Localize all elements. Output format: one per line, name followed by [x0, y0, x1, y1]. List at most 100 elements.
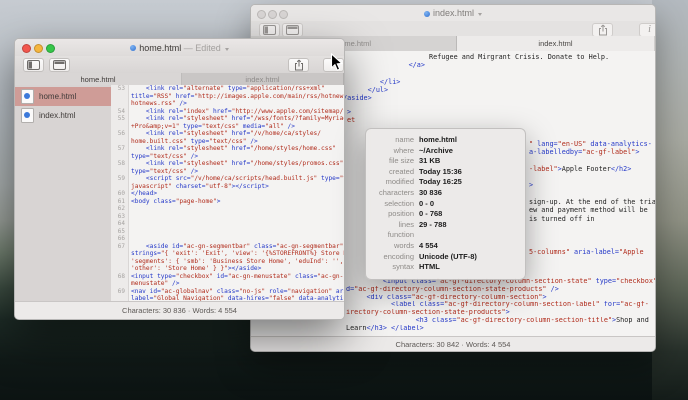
edited-badge: — Edited	[181, 42, 221, 53]
code-line[interactable]: <link rel="alternate" type="application/…	[131, 85, 344, 93]
code-line[interactable]: <link rel="stylesheet" href="/home/style…	[131, 160, 344, 168]
popover-row-label: characters	[378, 187, 414, 197]
popover-row-value: 29 - 788	[419, 219, 447, 229]
code-line[interactable]	[131, 205, 344, 213]
tab-index-html[interactable]: index.html	[457, 36, 655, 51]
popover-row-label: modified	[385, 177, 414, 187]
code-line[interactable]: sign-up. At the end of the trial	[529, 198, 655, 206]
line-number	[111, 93, 128, 101]
code-line[interactable]	[131, 213, 344, 221]
code-block-bottom[interactable]: <input class="ac-gf-directory-column-sec…	[346, 278, 655, 333]
code-line[interactable]: a-labelledby="ac-gf-label">	[529, 148, 655, 156]
popover-row-value: 30 836	[419, 187, 442, 197]
close-button[interactable]	[22, 44, 31, 53]
code-line[interactable]: <link rel="stylesheet" href="/wss/fonts/…	[131, 115, 344, 123]
code-line[interactable]: 5-columns" aria-label="Apple	[529, 248, 655, 256]
titlebar[interactable]: index.html	[251, 5, 655, 21]
minimize-button[interactable]	[34, 44, 43, 53]
code-line[interactable]: title="RSS" href="http://images.apple.co…	[131, 93, 344, 101]
editor-content: home.html index.html 53 54 55 56 57 58 59 60 61 6…	[15, 85, 344, 302]
share-button[interactable]	[288, 58, 309, 72]
code-line[interactable]	[529, 157, 655, 165]
tabbar-toggle-button[interactable]	[49, 58, 70, 72]
code-line[interactable]	[131, 228, 344, 236]
code-block-edge[interactable]: > et	[347, 108, 355, 125]
code-line[interactable]: strings="{ 'exit': 'Exit', 'view': '{%ST…	[131, 250, 344, 258]
code-line[interactable]: irectory-column-section-state-products">	[346, 309, 655, 317]
popover-row-value: 0 - 0	[419, 198, 435, 208]
code-line[interactable]: <input type="checkbox" id="ac-gn-menusta…	[131, 273, 344, 281]
close-button[interactable]	[257, 10, 266, 19]
code-line[interactable]: ew and payment method will be	[529, 206, 655, 214]
code-line[interactable]	[529, 173, 655, 181]
code-line[interactable]: <aside id="ac-gn-segmentbar" class="ac-g…	[131, 243, 344, 251]
code-line[interactable]	[131, 220, 344, 228]
code-line[interactable]: is turned off in	[529, 215, 655, 223]
line-number	[111, 138, 128, 146]
code-line[interactable]: <nav id="ac-globalnav" class="no-js" rol…	[131, 288, 344, 296]
tab-home-html[interactable]: home.html	[15, 73, 182, 85]
code-line[interactable]: Refugee and Mirgrant Crisis. Donate to H…	[339, 53, 609, 61]
code-line[interactable]: d="ac-gf-directory-column-section-state-…	[346, 286, 655, 294]
code-line[interactable]	[529, 190, 655, 198]
code-line[interactable]: 'segments': { 'smb': 'Business Store Hom…	[131, 258, 344, 266]
tabbar-toggle-icon	[53, 60, 66, 70]
code-line[interactable]: <link rel="index" href="http://www.apple…	[131, 108, 344, 116]
popover-row-label: where	[393, 145, 414, 155]
popover-row-label: name	[395, 135, 414, 144]
sidebar-toggle-button[interactable]	[23, 58, 44, 72]
code-line[interactable]	[131, 235, 344, 243]
code-line[interactable]: menustate" />	[131, 280, 344, 288]
code-line[interactable]: <link rel="stylesheet" href="/v/home/ca/…	[131, 130, 344, 138]
code-line[interactable]: <h3 class="ac-gf-directory-column-sectio…	[346, 317, 655, 325]
code-block-right[interactable]: " lang="en-US" data-analytics-a-labelled…	[529, 140, 655, 256]
code-line[interactable]	[529, 231, 655, 239]
line-number: 61	[117, 197, 125, 205]
code-line[interactable]: >	[529, 181, 655, 189]
minimize-button[interactable]	[268, 10, 277, 19]
code-line[interactable]: +Pro&amp;v=1" type="text/css" media="all…	[131, 123, 344, 131]
line-number: 54	[117, 107, 125, 115]
popover-row-label: lines	[398, 219, 414, 229]
line-number	[111, 280, 128, 288]
code-line[interactable]	[529, 223, 655, 231]
code-line[interactable]: </aside>	[339, 94, 609, 102]
code-line[interactable]: hotnews.rss" />	[131, 100, 344, 108]
code-line[interactable]: Learn</h3> </label>	[346, 325, 655, 333]
line-number: 58	[117, 160, 125, 167]
code-line[interactable]: <link rel="stylesheet" href="/home/style…	[131, 145, 344, 153]
code-line[interactable]: javascript" charset="utf-8"></script>	[131, 183, 344, 191]
code-line[interactable]: 'other': 'Store Home' } }"></aside>	[131, 265, 344, 273]
info-button[interactable]: i	[639, 23, 655, 37]
tabbar-toggle-button[interactable]	[282, 23, 303, 37]
code-line[interactable]	[529, 240, 655, 248]
sidebar-item-index-html[interactable]: index.html	[15, 106, 111, 125]
code-line[interactable]	[339, 69, 609, 77]
zoom-button[interactable]	[46, 44, 55, 53]
code-line[interactable]: et	[347, 116, 355, 124]
code-line[interactable]: <div class="ac-gf-directory-column-secti…	[346, 294, 655, 302]
sidebar-item-home-html[interactable]: home.html	[15, 87, 111, 106]
code-line[interactable]: type="text/css" />	[131, 153, 344, 161]
code-editor[interactable]: <link rel="alternate" type="application/…	[129, 85, 344, 302]
code-line[interactable]: </li>	[339, 78, 609, 86]
code-line[interactable]: type="text/css" />	[131, 168, 344, 176]
code-line[interactable]: " lang="en-US" data-analytics-	[529, 140, 655, 148]
code-line[interactable]: <body class="page-home">	[131, 198, 344, 206]
code-line[interactable]: </head>	[131, 190, 344, 198]
code-line[interactable]: <label class="ac-gf-directory-column-sec…	[346, 301, 655, 309]
code-line[interactable]: </a>	[339, 61, 609, 69]
code-line[interactable]: </ul>	[339, 86, 609, 94]
share-button[interactable]	[592, 23, 613, 37]
line-number: 55	[117, 115, 125, 122]
zoom-button[interactable]	[279, 10, 288, 19]
code-line[interactable]: home.built.css" type="text/css" />	[131, 138, 344, 146]
line-number	[111, 258, 128, 266]
titlebar[interactable]: home.html — Edited	[15, 39, 344, 56]
code-block-top[interactable]: Refugee and Mirgrant Crisis. Donate to H…	[339, 53, 609, 102]
code-line[interactable]: >	[347, 108, 355, 116]
code-line[interactable]: <script src="/v/home/ca/scripts/head.bui…	[131, 175, 344, 183]
tab-index-html[interactable]: index.html	[182, 73, 344, 85]
code-line[interactable]: -label">Apple Footer</h2>	[529, 165, 655, 173]
sidebar-toggle-button[interactable]	[259, 23, 280, 37]
